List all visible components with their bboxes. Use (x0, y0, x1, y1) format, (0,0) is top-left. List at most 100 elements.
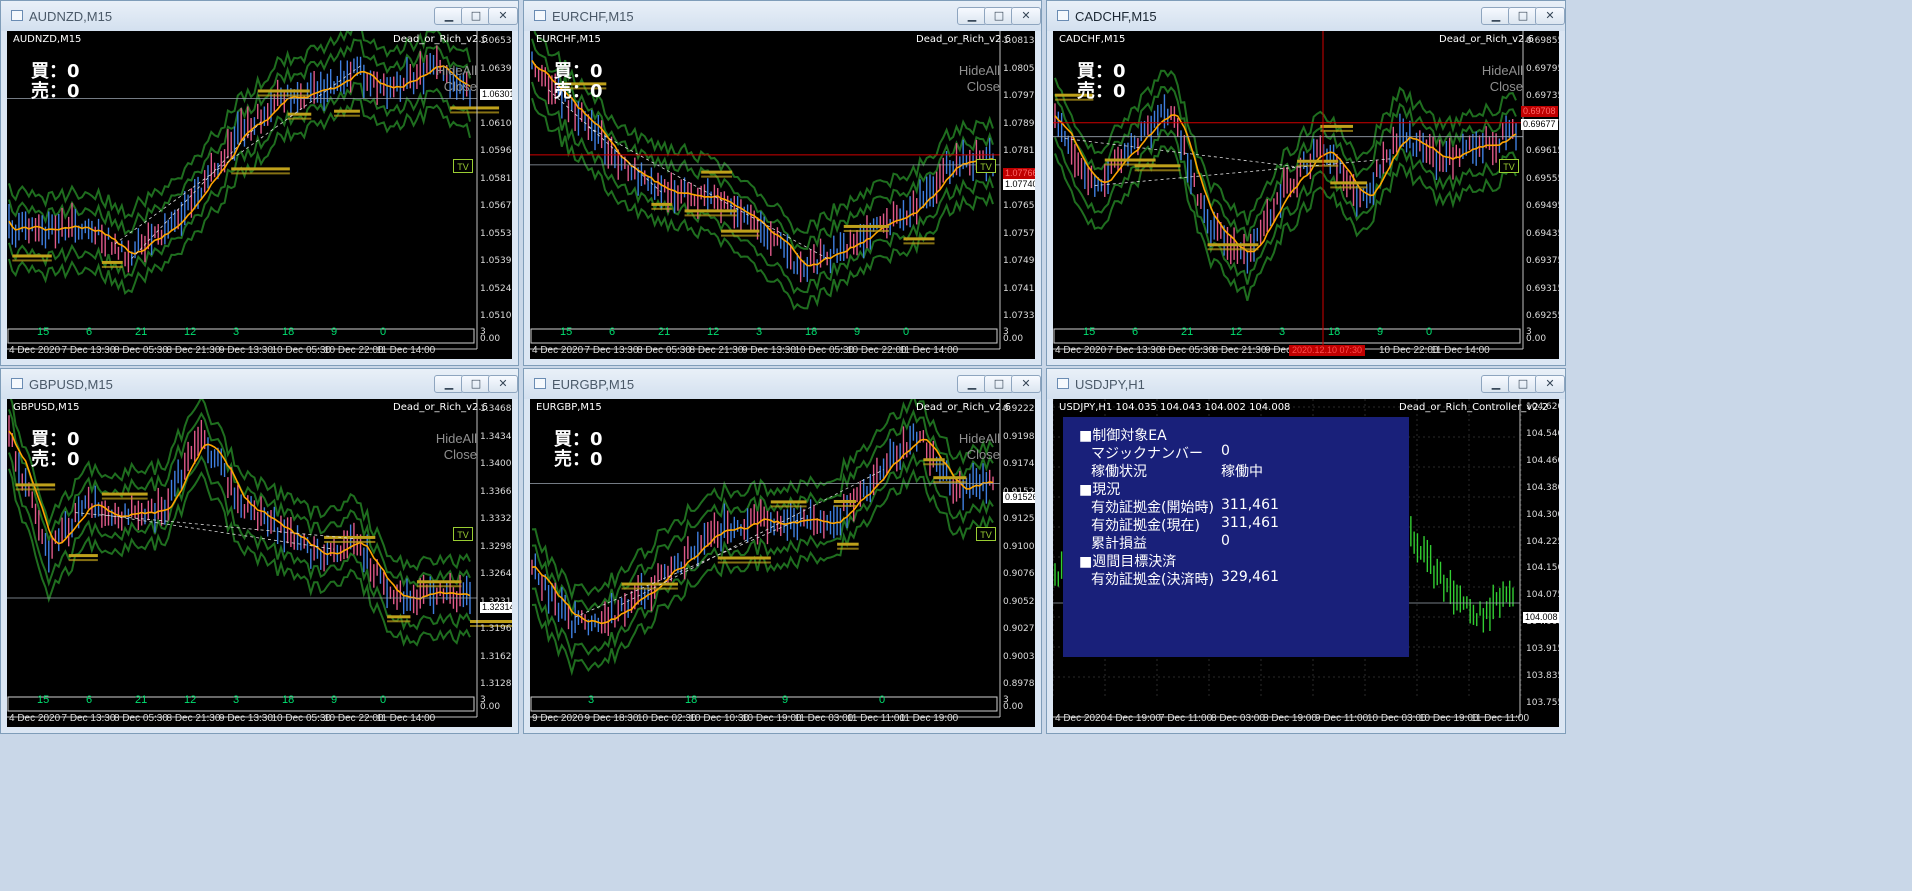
close-button[interactable]: ✕ (488, 375, 518, 393)
time-tick: 11 Dec 14:00 (899, 345, 959, 356)
tv-button[interactable]: TV (453, 159, 473, 173)
subwindow-tick: 6 (1132, 326, 1139, 338)
maximize-button[interactable]: □ (984, 375, 1014, 393)
hideall-button[interactable]: HideAll (433, 63, 477, 78)
time-tick: 9 Dec 13:30 (219, 713, 273, 724)
maximize-button[interactable]: □ (461, 7, 491, 25)
time-tick: 8 Dec 21:30 (166, 713, 221, 724)
chart-window-audnzd[interactable]: AUDNZD,M15 ▁ □ ✕ AUDNZD,M15 Dead_or_Rich… (0, 0, 519, 366)
title-bar[interactable]: EURCHF,M15 ▁ □ ✕ (524, 1, 1041, 31)
maximize-button[interactable]: □ (1508, 375, 1538, 393)
title-bar[interactable]: EURGBP,M15 ▁ □ ✕ (524, 369, 1041, 399)
subwindow-tick: 15 (560, 326, 573, 338)
level-marker (68, 559, 98, 562)
maximize-button[interactable]: □ (1508, 7, 1538, 25)
maximize-button[interactable]: □ (461, 375, 491, 393)
price-tick: 0.69495 (1526, 201, 1559, 211)
ea-name-label: Dead_or_Rich_v2.6 (916, 34, 1011, 45)
panel-heading-ea: ■制御対象EA (1079, 428, 1167, 444)
hideall-button[interactable]: HideAll (1479, 63, 1523, 78)
equity-now-value: 311,461 (1221, 515, 1279, 531)
current-price-tag: 1.32314 (480, 602, 512, 613)
close-all-button[interactable]: Close (433, 447, 477, 462)
close-button[interactable]: ✕ (1535, 7, 1565, 25)
level-marker (450, 111, 500, 114)
ea-name-label: Dead_or_Rich_v2.6 (393, 402, 488, 413)
minimize-icon: ▁ (967, 377, 977, 390)
chart-area[interactable]: AUDNZD,M15 Dead_or_Rich_v2.6 買：0 売：0 Hid… (7, 31, 512, 359)
price-tick: 1.06105 (480, 118, 512, 129)
level-marker (1207, 248, 1259, 251)
minimize-button[interactable]: ▁ (434, 7, 464, 25)
close-all-button[interactable]: Close (1479, 79, 1523, 94)
level-marker (15, 483, 56, 487)
minimize-button[interactable]: ▁ (1481, 375, 1511, 393)
chart-symbol-label: EURCHF,M15 (536, 34, 601, 45)
current-price-tag: 0.91526 (1003, 492, 1035, 503)
minimize-button[interactable]: ▁ (1481, 7, 1511, 25)
maximize-button[interactable]: □ (984, 7, 1014, 25)
price-tick: 1.05960 (480, 146, 512, 156)
level-marker (770, 505, 807, 508)
price-tick: 1.34680 (480, 404, 512, 414)
level-marker (101, 492, 148, 496)
time-tick: 10 Dec 05:30 (271, 345, 332, 356)
time-tick: 4 Dec 2020 (9, 713, 61, 724)
minimize-button[interactable]: ▁ (957, 375, 987, 393)
maximize-icon: □ (470, 377, 482, 390)
title-bar[interactable]: GBPUSD,M15 ▁ □ ✕ (1, 369, 518, 399)
hideall-button[interactable]: HideAll (433, 431, 477, 446)
tv-button[interactable]: TV (1499, 159, 1519, 173)
level-marker (837, 542, 859, 546)
close-button[interactable]: ✕ (488, 7, 518, 25)
equity-now-row: 有効証拠金(現在) 311,461 (1091, 515, 1391, 535)
maximize-icon: □ (993, 377, 1005, 390)
chart-window-eurchf[interactable]: EURCHF,M15 ▁ □ ✕ EURCHF,M15 Dead_or_Rich… (523, 0, 1042, 366)
chart-area[interactable]: GBPUSD,M15 Dead_or_Rich_v2.6 買：0 売：0 Hid… (7, 399, 512, 727)
equity-settle-label: 有効証拠金(決済時) (1091, 572, 1214, 588)
time-tick: 10 Dec 10:30 (689, 713, 750, 724)
hideall-button[interactable]: HideAll (956, 63, 1000, 78)
level-marker (933, 476, 967, 480)
status-row: 稼働状況 稼働中 (1091, 461, 1391, 481)
title-bar[interactable]: USDJPY,H1 ▁ □ ✕ (1047, 369, 1565, 399)
price-tick: 1.34340 (480, 431, 512, 442)
subwindow-tick: 18 (685, 694, 698, 706)
hideall-button[interactable]: HideAll (956, 431, 1000, 446)
chart-area[interactable]: CADCHF,M15 Dead_or_Rich_v2.6 買：0 売：0 Hid… (1053, 31, 1559, 359)
chart-window-gbpusd[interactable]: GBPUSD,M15 ▁ □ ✕ GBPUSD,M15 Dead_or_Rich… (0, 368, 519, 734)
maximize-icon: □ (1517, 377, 1529, 390)
price-tick: 1.07335 (1003, 311, 1035, 321)
close-icon: ✕ (498, 9, 508, 22)
level-marker (257, 89, 310, 93)
tv-button[interactable]: TV (976, 159, 996, 173)
chart-window-usdjpy[interactable]: USDJPY,H1 ▁ □ ✕ USDJPY,H1 104.035 104.04… (1046, 368, 1566, 734)
chart-window-cadchf[interactable]: CADCHF,M15 ▁ □ ✕ CADCHF,M15 Dead_or_Rich… (1046, 0, 1566, 366)
price-tick: 1.07495 (1003, 256, 1035, 266)
time-tick: 11 Dec 11:00 (1471, 713, 1530, 724)
close-button[interactable]: ✕ (1535, 375, 1565, 393)
chart-area[interactable]: EURGBP,M15 Dead_or_Rich_v2.6 買：0 売：0 Hid… (530, 399, 1035, 727)
crosshair-time-tag: 2020.12.10 07:30 (1289, 345, 1366, 356)
chart-window-eurgbp[interactable]: EURGBP,M15 ▁ □ ✕ EURGBP,M15 Dead_or_Rich… (523, 368, 1042, 734)
minimize-button[interactable]: ▁ (434, 375, 464, 393)
minimize-button[interactable]: ▁ (957, 7, 987, 25)
title-bar[interactable]: CADCHF,M15 ▁ □ ✕ (1047, 1, 1565, 31)
tv-button[interactable]: TV (453, 527, 473, 541)
title-bar[interactable]: AUDNZD,M15 ▁ □ ✕ (1, 1, 518, 31)
close-all-button[interactable]: Close (956, 79, 1000, 94)
time-tick: 11 Dec 14:00 (376, 345, 436, 356)
status-value: 稼働中 (1221, 464, 1263, 480)
close-button[interactable]: ✕ (1011, 375, 1041, 393)
price-tick: 0.90520 (1003, 596, 1035, 607)
chart-area[interactable]: USDJPY,H1 104.035 104.043 104.002 104.00… (1053, 399, 1559, 727)
close-button[interactable]: ✕ (1011, 7, 1041, 25)
close-all-button[interactable]: Close (956, 447, 1000, 462)
chart-area[interactable]: EURCHF,M15 Dead_or_Rich_v2.6 買：0 売：0 Hid… (530, 31, 1035, 359)
tv-button[interactable]: TV (976, 527, 996, 541)
price-tick: 1.05245 (480, 283, 512, 294)
chart-symbol-label: USDJPY,H1 104.035 104.043 104.002 104.00… (1059, 402, 1291, 413)
close-all-button[interactable]: Close (433, 79, 477, 94)
subwindow-tick: 21 (658, 326, 671, 338)
level-marker (684, 209, 737, 213)
